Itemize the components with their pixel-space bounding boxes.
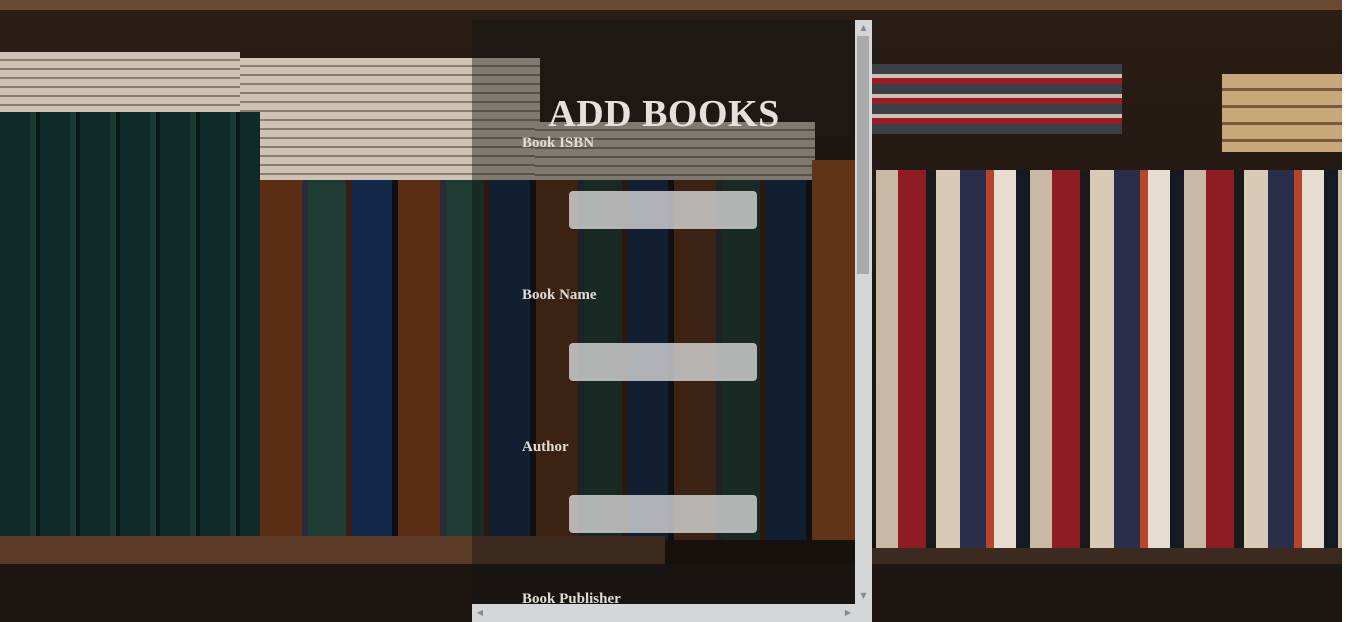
book-stack-lean [872, 64, 1122, 134]
add-books-form: ADD BOOKS Book ISBN Book Name Author Boo… [472, 20, 856, 604]
page-title: ADD BOOKS [548, 93, 780, 135]
vertical-scrollbar[interactable]: ▲ ▼ [855, 20, 872, 604]
arrow-down-icon[interactable]: ▼ [855, 588, 872, 604]
book-spines-dark-left [0, 112, 260, 536]
book-spines-right [876, 170, 1342, 548]
book-isbn-input[interactable] [569, 191, 757, 229]
scrollbar-thumb[interactable] [857, 36, 869, 274]
author-input[interactable] [569, 495, 757, 533]
book-publisher-label: Book Publisher [522, 591, 621, 604]
book-stack-left [0, 52, 240, 114]
arrow-up-icon[interactable]: ▲ [855, 20, 872, 36]
arrow-right-icon[interactable]: ▶ [840, 604, 856, 622]
scrollbar-corner [855, 604, 872, 622]
book-isbn-label: Book ISBN [522, 135, 595, 151]
horizontal-scrollbar[interactable]: ◀ ▶ [472, 604, 856, 622]
shelf-top [0, 0, 1346, 10]
page-edge [1342, 0, 1346, 622]
book-name-input[interactable] [569, 343, 757, 381]
shelf-board-right [860, 548, 1346, 564]
arrow-left-icon[interactable]: ◀ [472, 604, 488, 622]
book-stack-right [1222, 74, 1342, 152]
book-name-label: Book Name [522, 287, 597, 303]
author-label: Author [522, 439, 569, 455]
